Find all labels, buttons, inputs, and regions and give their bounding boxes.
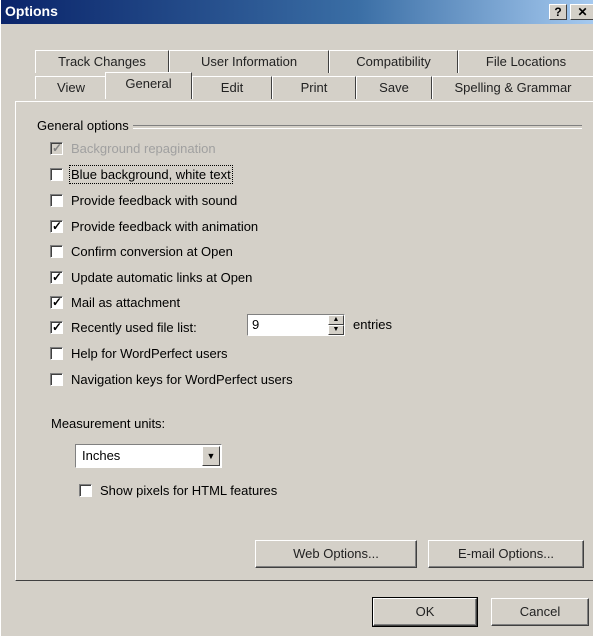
checkbox-wordperfect-nav[interactable]: Navigation keys for WordPerfect users <box>50 370 293 388</box>
checkbox-feedback-animation[interactable]: ✓ Provide feedback with animation <box>50 217 258 235</box>
checkbox-show-pixels[interactable]: Show pixels for HTML features <box>79 481 277 499</box>
check-icon: ✓ <box>52 269 63 284</box>
checkbox-box[interactable] <box>50 167 63 181</box>
ok-button[interactable]: OK <box>372 597 478 627</box>
checkbox-blue-background[interactable]: Blue background, white text <box>50 164 233 184</box>
close-icon[interactable]: ✕ <box>570 4 593 20</box>
checkbox-box[interactable]: ✓ <box>50 269 63 284</box>
tab-edit[interactable]: Edit <box>192 76 272 99</box>
options-dialog: Options ? ✕ Track Changes User Informati… <box>0 0 593 636</box>
web-options-button[interactable]: Web Options... <box>255 540 417 568</box>
tab-print[interactable]: Print <box>272 76 356 99</box>
checkbox-box[interactable] <box>50 244 63 258</box>
checkbox-label[interactable]: Update automatic links at Open <box>71 270 252 285</box>
email-options-button[interactable]: E-mail Options... <box>428 540 584 568</box>
checkbox-confirm-conversion[interactable]: Confirm conversion at Open <box>50 242 233 260</box>
checkbox-update-links[interactable]: ✓ Update automatic links at Open <box>50 268 252 286</box>
spin-down-icon[interactable]: ▼ <box>328 325 344 335</box>
checkbox-box[interactable]: ✓ <box>50 218 63 233</box>
recent-files-spinner[interactable]: 9 ▲ ▼ <box>247 314 345 336</box>
measurement-units-value: Inches <box>82 448 121 463</box>
checkbox-label[interactable]: Help for WordPerfect users <box>71 346 228 361</box>
tab-save[interactable]: Save <box>356 76 432 99</box>
tab-compatibility[interactable]: Compatibility <box>329 50 458 73</box>
checkbox-label[interactable]: Show pixels for HTML features <box>100 483 277 498</box>
dialog-title: Options <box>5 3 58 19</box>
checkbox-box[interactable] <box>50 193 63 207</box>
entries-label: entries <box>353 317 393 332</box>
measurement-units-label: Measurement units: <box>51 416 166 431</box>
checkbox-wordperfect-help[interactable]: Help for WordPerfect users <box>50 344 228 362</box>
checkbox-label[interactable]: Navigation keys for WordPerfect users <box>71 372 293 387</box>
help-icon[interactable]: ? <box>549 4 567 20</box>
checkbox-box[interactable] <box>79 483 92 497</box>
checkbox-label[interactable]: Provide feedback with animation <box>71 219 258 234</box>
cancel-button[interactable]: Cancel <box>491 598 589 626</box>
checkbox-recent-files[interactable]: ✓ Recently used file list: <box>50 318 197 336</box>
tab-user-information[interactable]: User Information <box>169 50 329 73</box>
spinner-buttons: ▲ ▼ <box>328 315 344 335</box>
checkbox-box: ✓ <box>50 140 63 155</box>
check-icon: ✓ <box>52 319 63 334</box>
recent-files-value[interactable]: 9 <box>252 317 259 332</box>
check-icon: ✓ <box>52 140 63 155</box>
checkbox-box[interactable] <box>50 372 63 386</box>
checkbox-mail-attachment[interactable]: ✓ Mail as attachment <box>50 293 180 311</box>
tab-spelling-grammar[interactable]: Spelling & Grammar <box>432 76 593 99</box>
checkbox-box[interactable] <box>50 346 63 360</box>
checkbox-label[interactable]: Confirm conversion at Open <box>71 244 233 259</box>
group-label-general-options: General options <box>37 118 133 133</box>
tab-file-locations[interactable]: File Locations <box>458 50 593 73</box>
checkbox-label[interactable]: Provide feedback with sound <box>71 193 237 208</box>
checkbox-label[interactable]: Blue background, white text <box>69 164 233 184</box>
checkbox-feedback-sound[interactable]: Provide feedback with sound <box>50 191 237 209</box>
spin-up-icon[interactable]: ▲ <box>328 315 344 325</box>
measurement-units-select[interactable]: Inches ▼ <box>75 444 222 468</box>
tab-track-changes[interactable]: Track Changes <box>35 50 169 73</box>
checkbox-box[interactable]: ✓ <box>50 319 63 334</box>
title-bar[interactable]: Options ? ✕ <box>1 0 593 24</box>
tab-view[interactable]: View <box>35 76 107 99</box>
tab-general[interactable]: General <box>105 72 192 99</box>
chevron-down-icon[interactable]: ▼ <box>202 446 220 466</box>
check-icon: ✓ <box>52 294 63 309</box>
check-icon: ✓ <box>52 218 63 233</box>
checkbox-label[interactable]: Recently used file list: <box>71 320 197 335</box>
checkbox-label[interactable]: Mail as attachment <box>71 295 180 310</box>
checkbox-box[interactable]: ✓ <box>50 294 63 309</box>
checkbox-label: Background repagination <box>71 140 216 156</box>
checkbox-background-repagination: ✓ Background repagination <box>50 139 216 157</box>
